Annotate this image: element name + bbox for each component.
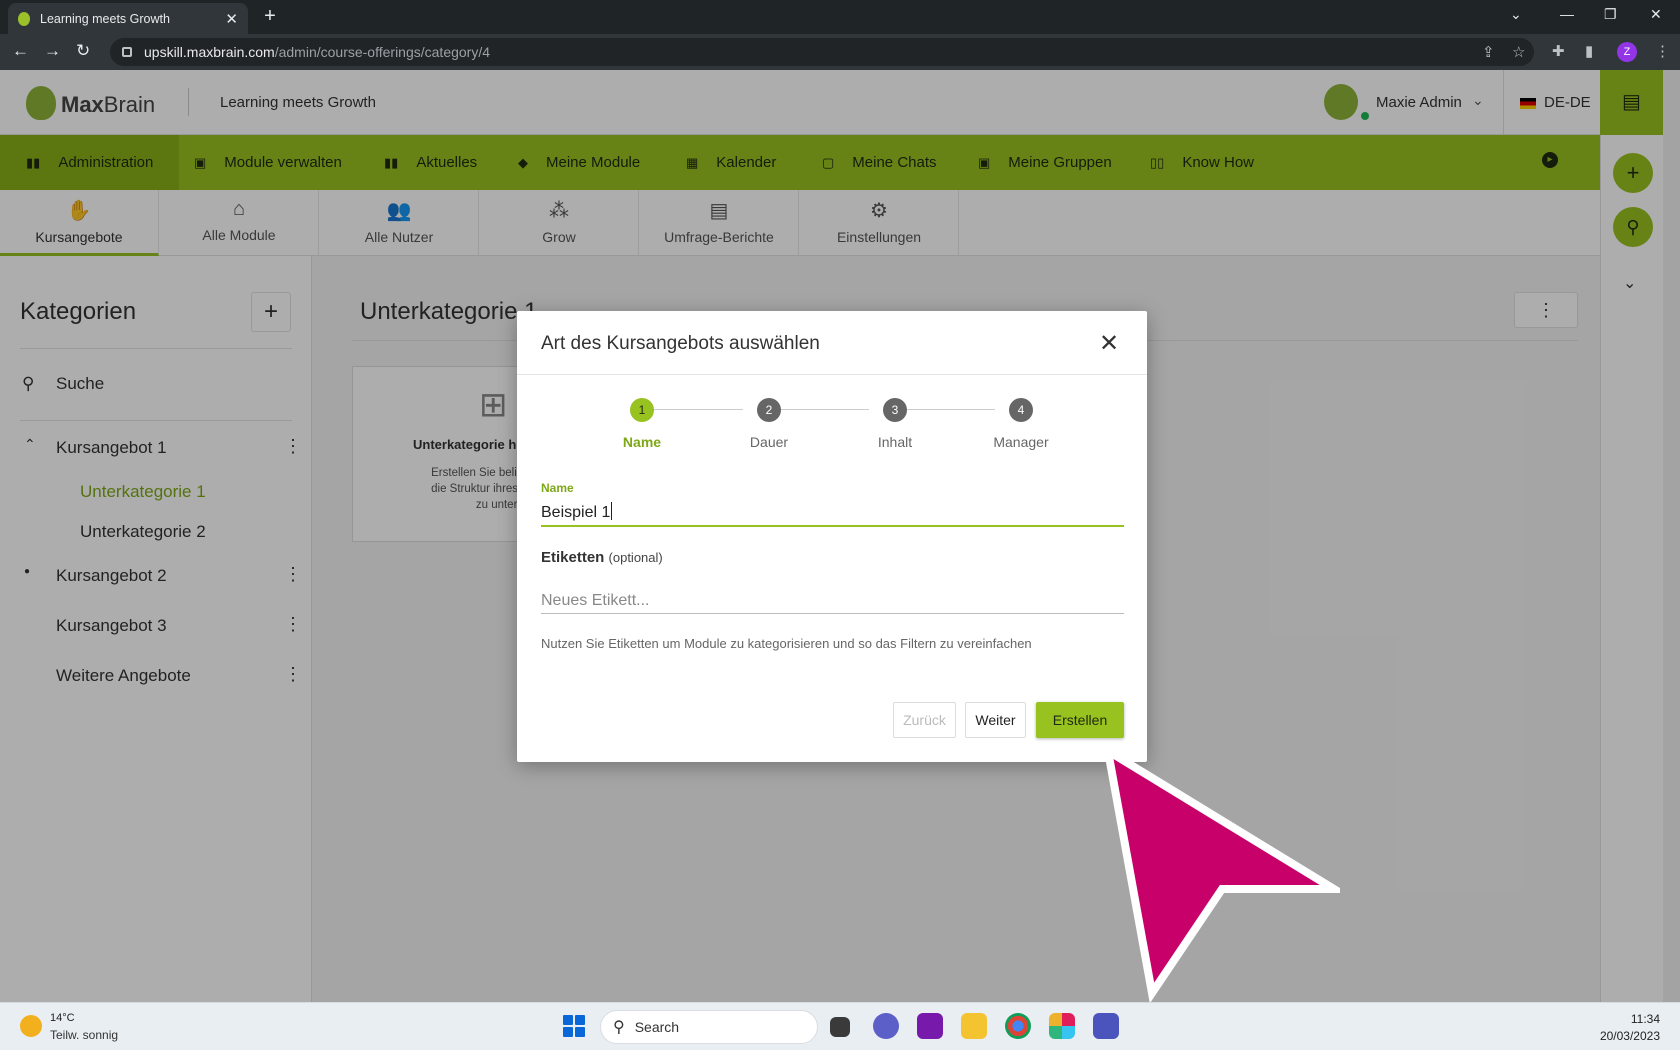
- step-2-circle[interactable]: 2: [757, 398, 781, 422]
- weather-description[interactable]: Teilw. sonnig: [50, 1028, 118, 1042]
- clock-date[interactable]: 20/03/2023: [1582, 1029, 1660, 1043]
- url-field[interactable]: upskill.maxbrain.com/admin/course-offeri…: [110, 38, 1534, 66]
- close-icon[interactable]: ✕: [1099, 329, 1119, 358]
- step-4-label: Manager: [993, 434, 1049, 450]
- dialog-title: Art des Kursangebots auswählen: [541, 333, 820, 354]
- search-icon: ⚲: [613, 1019, 625, 1036]
- url-host: upskill.maxbrain.com: [144, 44, 275, 60]
- tags-optional: (optional): [608, 550, 663, 565]
- address-bar: ← → ↻ upskill.maxbrain.com/admin/course-…: [0, 34, 1680, 70]
- url-path: /admin/course-offerings/category/4: [274, 44, 491, 60]
- tab-title: Learning meets Growth: [40, 11, 170, 26]
- back-icon[interactable]: ←: [12, 41, 29, 61]
- name-field-underline: [541, 525, 1124, 527]
- step-2-label: Dauer: [749, 434, 789, 450]
- close-window-icon[interactable]: ✕: [1650, 6, 1662, 23]
- browser-tab-bar: Learning meets Growth ✕ + ⌄ — ❐ ✕: [0, 0, 1680, 34]
- tags-hint: Nutzen Sie Etiketten um Module zu katego…: [541, 636, 1032, 651]
- browser-menu-icon[interactable]: ⋮: [1655, 42, 1670, 60]
- taskbar-search[interactable]: ⚲ Search: [600, 1010, 818, 1044]
- tags-input[interactable]: [541, 588, 1124, 614]
- teams-chat-icon[interactable]: [873, 1013, 899, 1039]
- file-explorer-icon[interactable]: [961, 1013, 987, 1039]
- chrome-icon[interactable]: [1005, 1013, 1031, 1039]
- stepper-line: [643, 409, 743, 410]
- profile-avatar[interactable]: Z: [1617, 42, 1637, 62]
- restore-icon[interactable]: ❐: [1604, 6, 1617, 23]
- tab-search-chevron-icon[interactable]: ⌄: [1510, 6, 1522, 23]
- back-button[interactable]: Zurück: [893, 702, 956, 738]
- forward-icon[interactable]: →: [44, 41, 61, 61]
- onenote-icon[interactable]: [917, 1013, 943, 1039]
- name-value: Beispiel 1: [541, 504, 611, 521]
- share-icon[interactable]: ⇪: [1482, 43, 1495, 61]
- close-tab-icon[interactable]: ✕: [225, 10, 238, 28]
- tags-label-text: Etiketten: [541, 549, 605, 566]
- extensions-icon[interactable]: ✚: [1552, 42, 1565, 60]
- clock-time[interactable]: 11:34: [1608, 1012, 1660, 1026]
- new-tab-button[interactable]: +: [258, 5, 282, 29]
- favicon-icon: [18, 11, 30, 26]
- weather-temperature[interactable]: 14°C: [50, 1012, 75, 1024]
- step-1-label: Name: [622, 434, 662, 450]
- step-1-circle[interactable]: 1: [630, 398, 654, 422]
- step-3-label: Inhalt: [877, 434, 913, 450]
- course-offering-dialog: Art des Kursangebots auswählen ✕ 1 2 3 4…: [517, 311, 1147, 762]
- stepper-line: [769, 409, 869, 410]
- taskbar-search-label: Search: [634, 1019, 680, 1035]
- step-4-circle[interactable]: 4: [1009, 398, 1033, 422]
- slack-icon[interactable]: [1049, 1013, 1075, 1039]
- browser-tab[interactable]: Learning meets Growth ✕: [8, 3, 248, 34]
- pointer-cursor-icon: [1102, 745, 1340, 1004]
- name-field[interactable]: Beispiel 1: [541, 502, 613, 522]
- stepper-line: [895, 409, 995, 410]
- next-button[interactable]: Weiter: [965, 702, 1026, 738]
- name-field-label: Name: [541, 481, 574, 495]
- side-panel-icon[interactable]: ▮: [1585, 42, 1593, 60]
- bookmark-star-icon[interactable]: ☆: [1512, 43, 1525, 61]
- weather-sun-icon[interactable]: [20, 1015, 42, 1037]
- task-view-icon[interactable]: [830, 1017, 850, 1037]
- step-3-circle[interactable]: 3: [883, 398, 907, 422]
- create-button[interactable]: Erstellen: [1036, 702, 1124, 738]
- text-caret: [611, 502, 613, 520]
- reload-icon[interactable]: ↻: [76, 41, 90, 61]
- windows-taskbar: 14°C Teilw. sonnig ⚲ Search 11:34 20/03/2…: [0, 1002, 1680, 1050]
- teams-icon[interactable]: [1093, 1013, 1119, 1039]
- lock-icon: [122, 47, 132, 57]
- minimize-icon[interactable]: —: [1560, 6, 1574, 22]
- windows-start-icon[interactable]: [563, 1015, 585, 1037]
- divider: [517, 374, 1147, 375]
- tags-label: Etiketten (optional): [541, 549, 663, 566]
